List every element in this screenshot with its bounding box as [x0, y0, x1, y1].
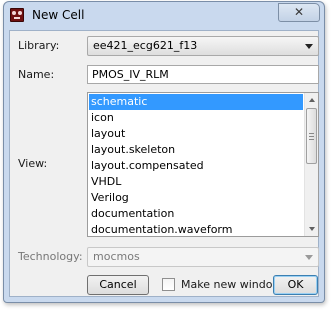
scroll-up-arrow-icon[interactable]	[306, 94, 318, 106]
view-label: View:	[18, 157, 48, 170]
view-item-vhdl[interactable]: VHDL	[89, 174, 303, 190]
dialog-body: Library: ee421_ecg621_f13 Name: View: sc…	[9, 30, 319, 297]
view-item-layout-compensated[interactable]: layout.compensated	[89, 158, 303, 174]
view-item-verilog[interactable]: Verilog	[89, 190, 303, 206]
library-dropdown[interactable]: ee421_ecg621_f13	[87, 36, 319, 56]
cancel-button[interactable]: Cancel	[87, 275, 149, 295]
make-new-window-label: Make new window	[181, 278, 282, 291]
new-cell-dialog: New Cell ✕ Library: ee421_ecg621_f13 Nam…	[3, 1, 325, 303]
technology-value: mocmos	[93, 250, 140, 263]
close-button[interactable]: ✕	[278, 3, 320, 22]
chevron-down-icon	[305, 255, 313, 260]
library-label: Library:	[18, 39, 60, 52]
technology-dropdown[interactable]: mocmos	[87, 247, 319, 267]
name-input[interactable]	[87, 65, 319, 84]
ok-button[interactable]: OK	[273, 275, 318, 295]
close-icon: ✕	[293, 5, 305, 19]
app-face-icon	[10, 8, 24, 22]
library-value: ee421_ecg621_f13	[93, 39, 198, 52]
title-bar[interactable]: New Cell ✕	[4, 2, 324, 30]
make-new-window-checkbox[interactable]	[162, 278, 175, 291]
chevron-down-icon	[305, 44, 313, 49]
view-item-layout-skeleton[interactable]: layout.skeleton	[89, 142, 303, 158]
scrollbar-thumb[interactable]	[306, 108, 317, 164]
name-label: Name:	[18, 68, 55, 81]
window-title: New Cell	[32, 8, 85, 22]
view-item-icon[interactable]: icon	[89, 110, 303, 126]
technology-label: Technology:	[18, 250, 83, 263]
view-list[interactable]: schematic icon layout layout.skeleton la…	[87, 92, 319, 237]
scroll-down-arrow-icon[interactable]	[306, 223, 318, 235]
view-item-schematic[interactable]: schematic	[89, 94, 303, 110]
view-item-layout[interactable]: layout	[89, 126, 303, 142]
view-list-scrollbar[interactable]	[304, 93, 318, 236]
view-item-documentation[interactable]: documentation	[89, 206, 303, 222]
view-item-documentation-waveform[interactable]: documentation.waveform	[89, 222, 303, 236]
